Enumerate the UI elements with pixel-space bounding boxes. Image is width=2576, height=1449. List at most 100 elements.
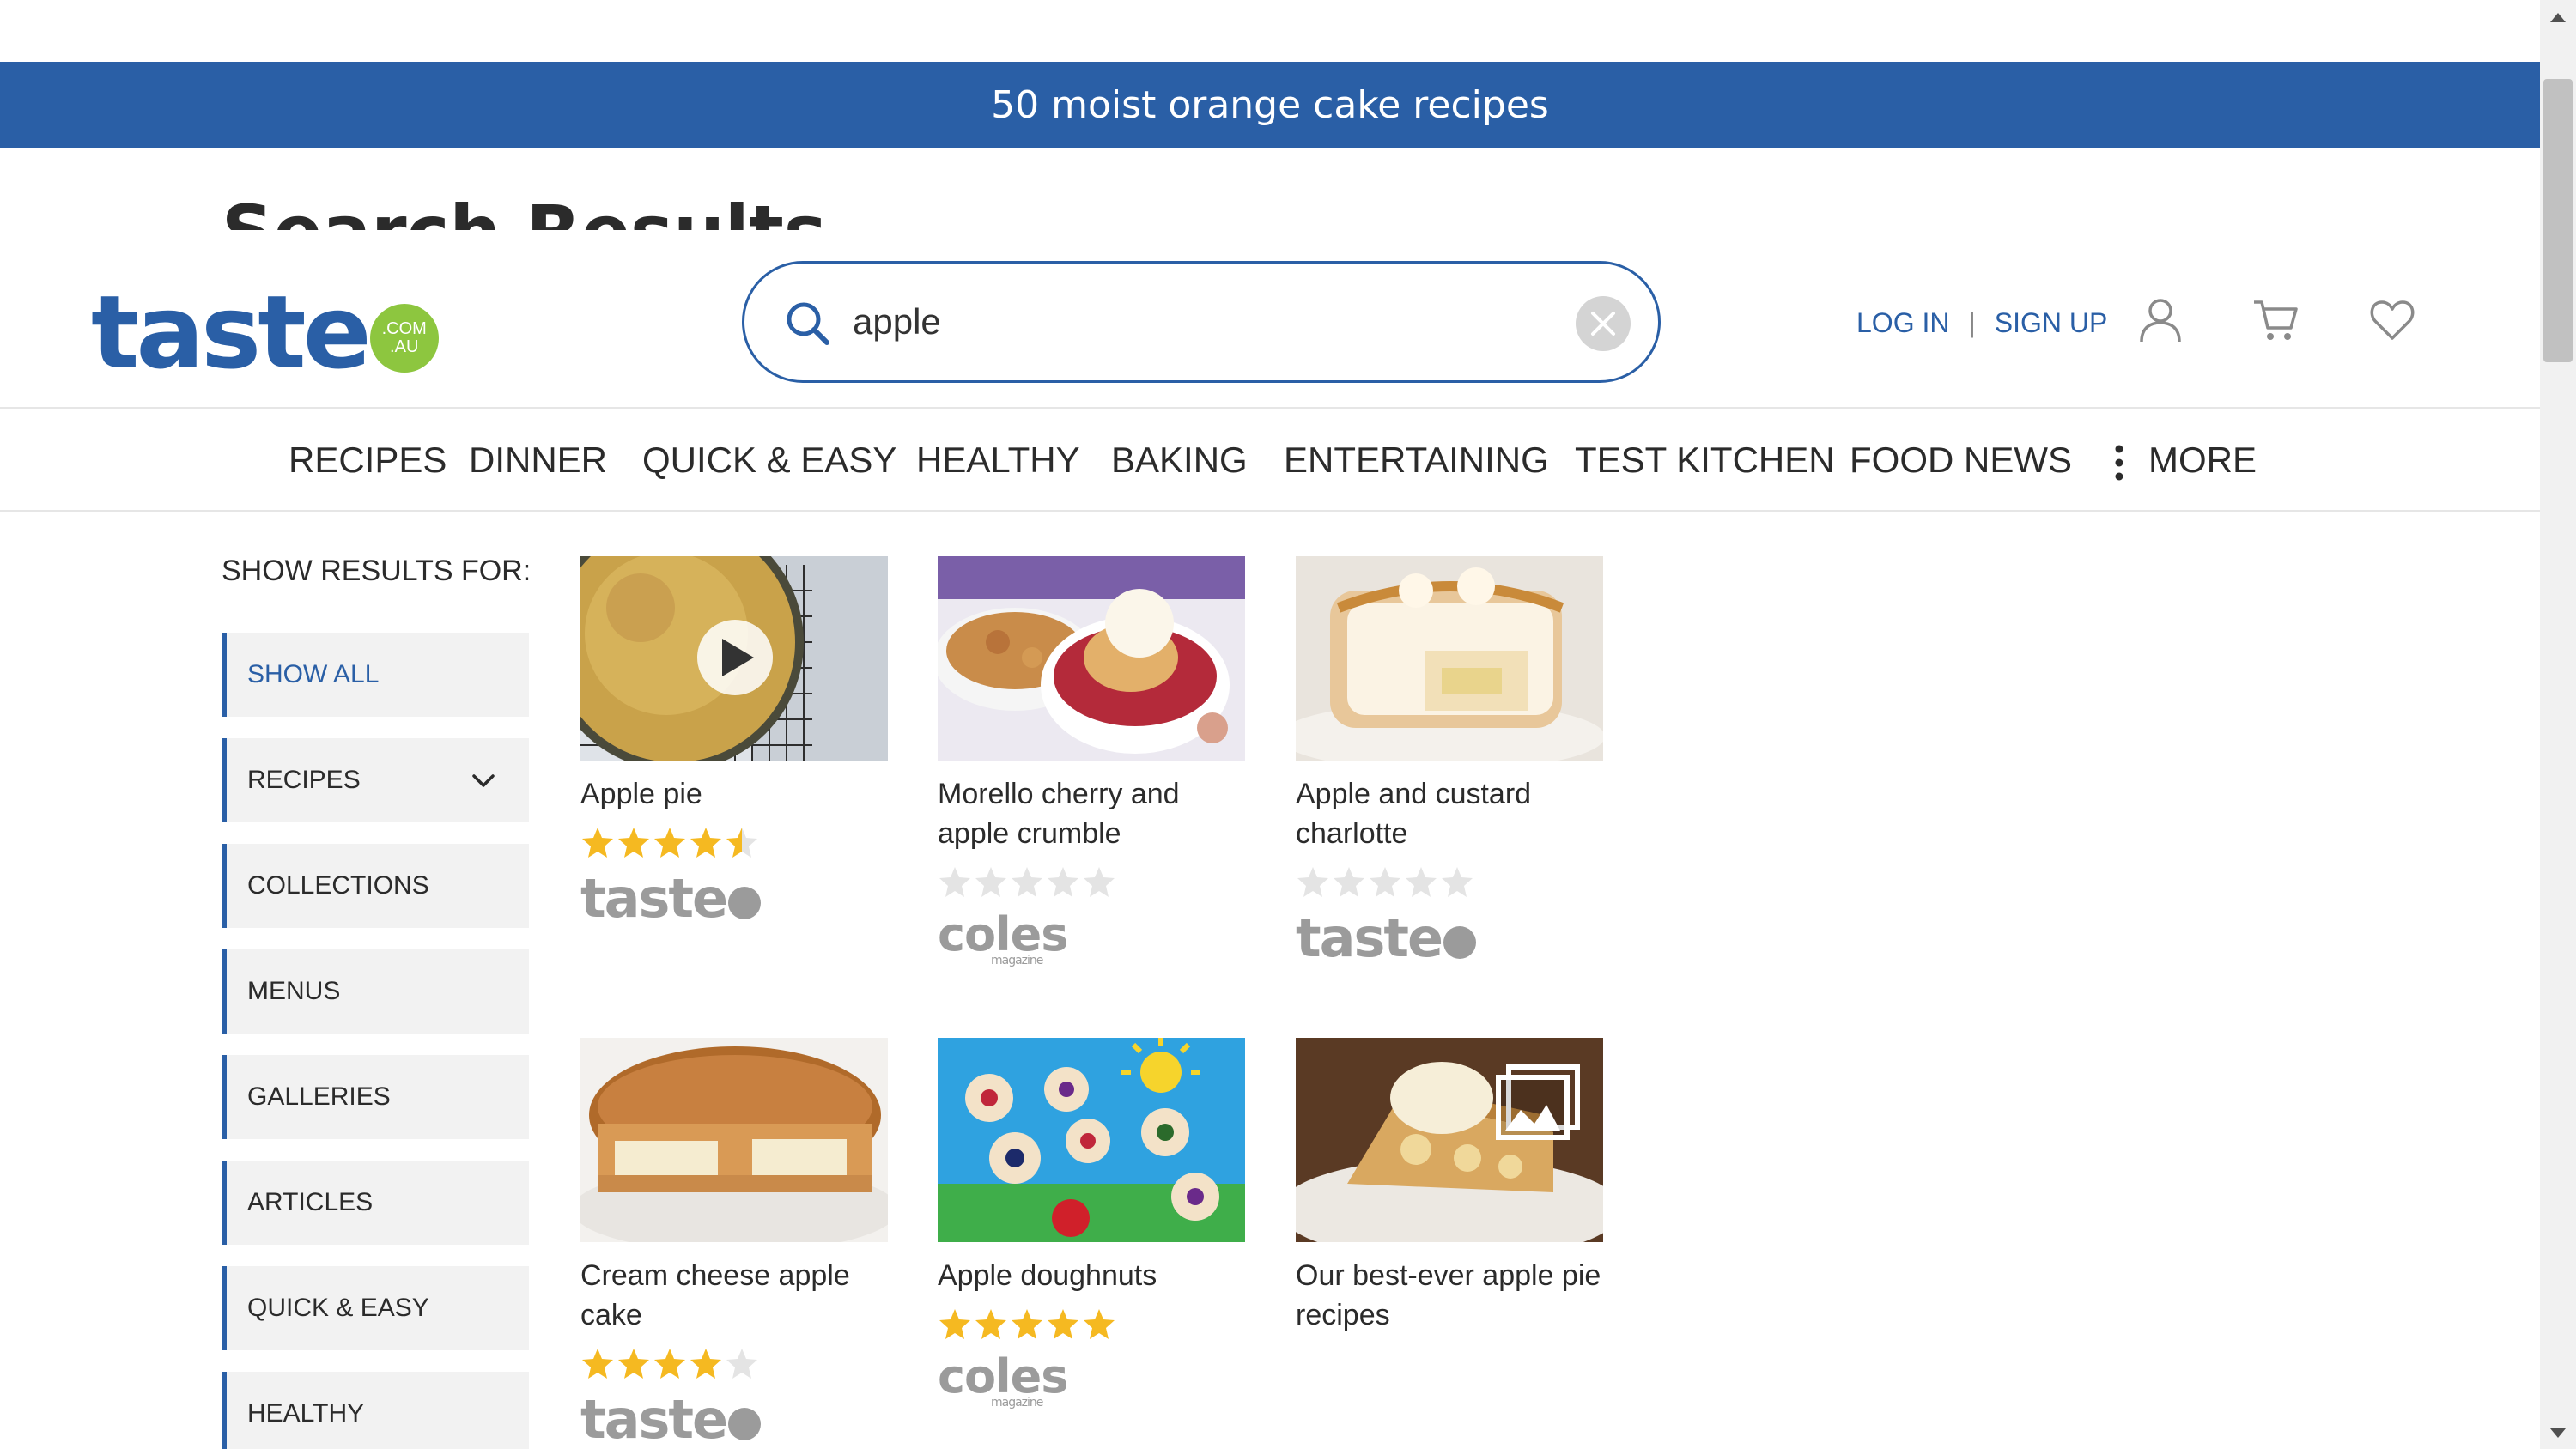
result-card[interactable]: Apple pie taste [580, 556, 888, 927]
star-rating [938, 1307, 1245, 1342]
filter-label: HEALTHY [247, 1399, 365, 1428]
star-rating [938, 865, 1245, 900]
recipe-title[interactable]: Our best-ever apple pie recipes [1296, 1256, 1603, 1335]
nav-item-recipes[interactable]: RECIPES [289, 440, 447, 481]
signup-link[interactable]: SIGN UP [1995, 307, 2108, 339]
filter-galleries[interactable]: GALLERIES [222, 1055, 529, 1139]
brand-logo-coles: coles magazine [938, 1354, 1245, 1410]
chevron-down-icon[interactable] [471, 767, 496, 793]
star-icon [939, 867, 970, 897]
login-link[interactable]: LOG IN [1856, 307, 1949, 339]
recipe-image-apple-custard-charlotte[interactable] [1296, 556, 1603, 761]
filter-heading: SHOW RESULTS FOR: [222, 555, 532, 587]
scroll-up-icon[interactable] [2549, 10, 2567, 24]
filter-collections[interactable]: COLLECTIONS [222, 844, 529, 928]
star-rating [1296, 865, 1603, 900]
recipe-title[interactable]: Morello cherry and apple crumble [938, 774, 1245, 853]
nav-item-dinner[interactable]: DINNER [469, 440, 607, 481]
scroll-down-icon[interactable] [2549, 1427, 2567, 1440]
nav-item-test-kitchen[interactable]: TEST KITCHEN [1575, 440, 1835, 481]
result-card[interactable]: Our best-ever apple pie recipes [1296, 1038, 1603, 1335]
brand-sublabel: magazine [991, 1396, 1043, 1410]
recipe-image-apple-pie[interactable] [580, 556, 888, 761]
filter-quick-easy[interactable]: QUICK & EASY [222, 1266, 529, 1350]
auth-links: LOG IN | SIGN UP [1856, 307, 2107, 339]
nav-item-healthy[interactable]: HEALTHY [916, 440, 1080, 481]
promo-banner[interactable]: 50 moist orange cake recipes [0, 62, 2540, 148]
search-bar[interactable]: apple [742, 261, 1661, 383]
star-icon [726, 828, 757, 858]
user-icon[interactable] [2136, 295, 2184, 343]
nav-item-entertaining[interactable]: ENTERTAINING [1284, 440, 1549, 481]
result-card[interactable]: Apple and custard charlotte taste [1296, 556, 1603, 967]
promo-banner-text[interactable]: 50 moist orange cake recipes [991, 83, 1549, 127]
star-icon [1334, 867, 1364, 897]
star-icon [582, 828, 613, 858]
logo-badge-line1: .COM [381, 319, 427, 338]
recipe-image-apple-doughnuts[interactable] [938, 1038, 1245, 1242]
filter-recipes[interactable]: RECIPES [222, 738, 529, 822]
star-icon [1370, 867, 1400, 897]
nav-item-more[interactable]: MORE [2148, 440, 2257, 481]
star-icon [1084, 1309, 1115, 1339]
star-icon [618, 1349, 649, 1379]
filter-show-all[interactable]: SHOW ALL [222, 633, 529, 717]
star-icon [690, 1349, 721, 1379]
recipe-title[interactable]: Apple pie [580, 774, 888, 814]
result-card[interactable]: Apple doughnuts coles magazine [938, 1038, 1245, 1409]
brand-logo-taste: taste [1296, 912, 1603, 967]
site-logo[interactable]: taste .COM .AU [91, 282, 439, 383]
scrollbar-thumb[interactable] [2543, 79, 2573, 362]
star-icon [1048, 867, 1078, 897]
result-card[interactable]: Cream cheese apple cake taste [580, 1038, 888, 1448]
main-nav: RECIPES DINNER QUICK & EASY HEALTHY BAKI… [0, 409, 2540, 512]
heart-icon[interactable] [2368, 295, 2416, 343]
recipe-title[interactable]: Apple and custard charlotte [1296, 774, 1603, 853]
search-icon[interactable] [782, 298, 834, 349]
filter-label: MENUS [247, 977, 341, 1005]
clear-search-button[interactable] [1576, 296, 1631, 351]
star-icon [1012, 1309, 1042, 1339]
recipe-image-cream-cheese-apple-cake[interactable] [580, 1038, 888, 1242]
page-title: Search Results [222, 196, 827, 230]
filter-menus[interactable]: MENUS [222, 949, 529, 1034]
nav-item-baking[interactable]: BAKING [1111, 440, 1248, 481]
filter-label: RECIPES [247, 766, 361, 794]
brand-label: taste [580, 867, 728, 930]
filter-label: QUICK & EASY [247, 1294, 429, 1322]
cart-icon[interactable] [2251, 295, 2300, 343]
filter-label: ARTICLES [247, 1188, 374, 1216]
star-icon [975, 1309, 1006, 1339]
filter-articles[interactable]: ARTICLES [222, 1161, 529, 1245]
brand-logo-taste: taste [580, 1393, 888, 1448]
star-icon [1084, 867, 1115, 897]
result-card[interactable]: Morello cherry and apple crumble coles ma… [938, 556, 1245, 967]
close-icon [1591, 312, 1615, 336]
star-icon [1012, 867, 1042, 897]
star-icon [975, 867, 1006, 897]
nav-item-quick-easy[interactable]: QUICK & EASY [642, 440, 896, 481]
search-input[interactable]: apple [853, 301, 941, 343]
star-icon [654, 1349, 685, 1379]
filter-label: COLLECTIONS [247, 871, 429, 900]
star-icon [1048, 1309, 1078, 1339]
filter-healthy[interactable]: HEALTHY [222, 1372, 529, 1449]
filter-label: SHOW ALL [247, 660, 380, 688]
recipe-image-best-apple-pie-recipes[interactable] [1296, 1038, 1603, 1242]
star-icon [1297, 867, 1328, 897]
site-header: taste .COM .AU apple LOG IN | SIGN UP [0, 230, 2540, 409]
auth-separator: | [1968, 307, 1976, 338]
nav-item-food-news[interactable]: FOOD NEWS [1850, 440, 2072, 481]
more-dots-icon[interactable] [2114, 445, 2124, 481]
logo-wordmark: taste [91, 273, 372, 391]
recipe-image-morello-cherry-crumble[interactable] [938, 556, 1245, 761]
brand-label: taste [1296, 906, 1443, 969]
recipe-title[interactable]: Apple doughnuts [938, 1256, 1245, 1295]
star-icon [1406, 867, 1437, 897]
star-icon [618, 828, 649, 858]
recipe-title[interactable]: Cream cheese apple cake [580, 1256, 888, 1335]
star-icon [690, 828, 721, 858]
star-icon [654, 828, 685, 858]
brand-sublabel: magazine [991, 954, 1043, 967]
star-rating [580, 1347, 888, 1381]
